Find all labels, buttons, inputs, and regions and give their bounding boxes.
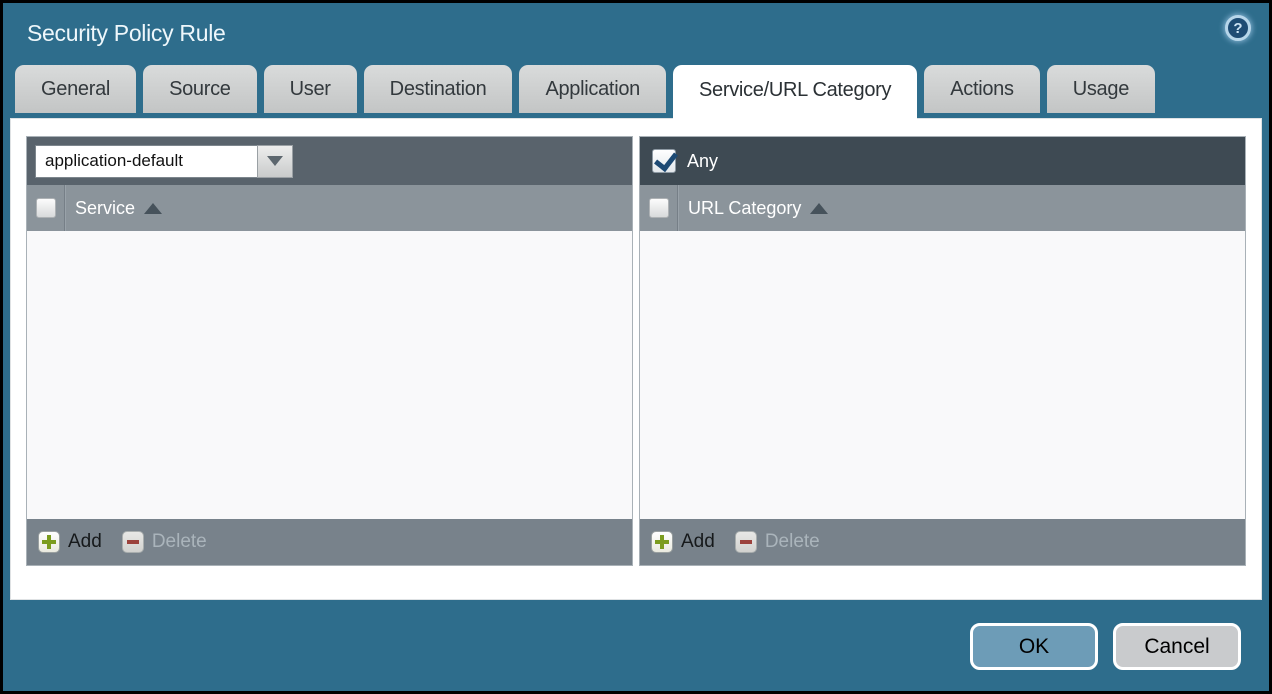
service-panel: application-default Service Add [26,136,633,566]
url-category-any-bar: Any [640,137,1245,185]
service-panel-toolbar: application-default [27,137,632,185]
service-type-select[interactable]: application-default [35,145,293,178]
url-category-column-header[interactable]: URL Category [688,198,801,219]
add-plus-icon [651,531,673,553]
url-category-panel: Any URL Category Add Delete [639,136,1246,566]
service-grid-body[interactable] [27,231,632,519]
service-type-selected-value[interactable]: application-default [35,145,257,178]
tab-bar: General Source User Destination Applicat… [3,63,1269,118]
any-label: Any [687,151,718,172]
tab-service-url-category[interactable]: Service/URL Category [673,65,917,119]
tab-destination[interactable]: Destination [364,65,513,113]
url-category-select-all-checkbox[interactable] [649,198,669,218]
service-add-button[interactable]: Add [38,531,102,553]
service-select-all-cell [27,185,65,231]
service-grid-footer: Add Delete [27,519,632,565]
service-column-header[interactable]: Service [75,198,135,219]
tab-general[interactable]: General [15,65,136,113]
caret-down-icon [267,156,283,166]
service-grid-header: Service [27,185,632,231]
service-delete-button[interactable]: Delete [122,531,207,553]
url-category-grid-header: URL Category [640,185,1245,231]
add-plus-icon [38,531,60,553]
tab-content-body: application-default Service Add [10,118,1262,600]
help-icon[interactable]: ? [1225,15,1251,41]
url-category-add-button[interactable]: Add [651,531,715,553]
security-policy-rule-dialog: Security Policy Rule ? General Source Us… [0,0,1272,694]
dialog-action-buttons: OK Cancel [970,623,1241,670]
cancel-button[interactable]: Cancel [1113,623,1241,670]
url-category-delete-button[interactable]: Delete [735,531,820,553]
delete-minus-icon [122,531,144,553]
dialog-title: Security Policy Rule [27,20,226,47]
tab-source[interactable]: Source [143,65,257,113]
url-category-grid-footer: Add Delete [640,519,1245,565]
sort-ascending-icon[interactable] [144,203,162,214]
url-category-select-all-cell [640,185,678,231]
url-category-grid-body[interactable] [640,231,1245,519]
tab-user[interactable]: User [264,65,357,113]
service-select-all-checkbox[interactable] [36,198,56,218]
delete-minus-icon [735,531,757,553]
ok-button[interactable]: OK [970,623,1098,670]
tab-usage[interactable]: Usage [1047,65,1155,113]
title-bar: Security Policy Rule ? [3,3,1269,63]
sort-ascending-icon[interactable] [810,203,828,214]
any-checkbox[interactable] [652,149,676,173]
tab-application[interactable]: Application [519,65,666,113]
tab-actions[interactable]: Actions [924,65,1040,113]
service-type-dropdown-button[interactable] [257,145,293,178]
